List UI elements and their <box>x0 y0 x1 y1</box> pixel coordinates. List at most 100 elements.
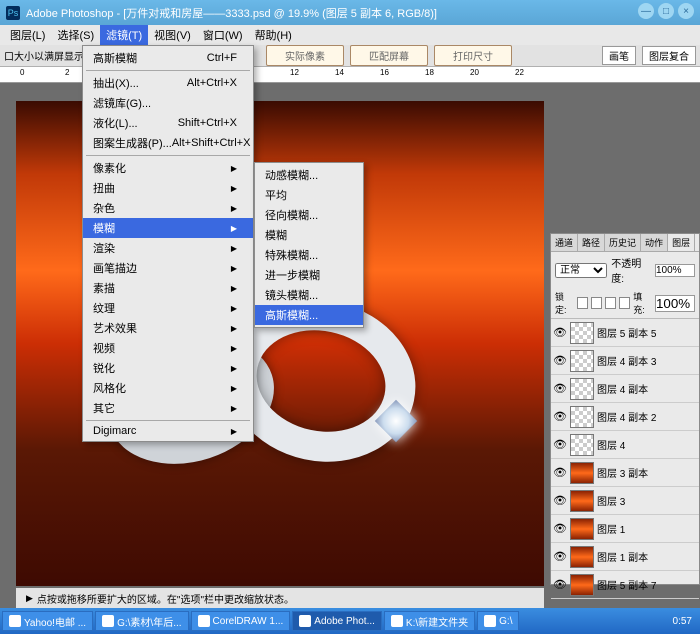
menu-item[interactable]: 其它 <box>83 398 253 418</box>
visibility-icon[interactable]: 👁 <box>553 550 567 563</box>
layer-name-label: 图层 1 <box>597 521 625 536</box>
menu-item[interactable]: 艺术效果 <box>83 318 253 338</box>
print-size-button[interactable]: 打印尺寸 <box>434 45 512 66</box>
menu-item[interactable]: 液化(L)...Shift+Ctrl+X <box>83 113 253 133</box>
menu-item[interactable]: 风格化 <box>83 378 253 398</box>
menu-item[interactable]: 锐化 <box>83 358 253 378</box>
menu-item[interactable]: 纹理 <box>83 298 253 318</box>
layer-row[interactable]: 👁 图层 1 副本 <box>551 543 699 571</box>
menu-item[interactable]: 杂色 <box>83 198 253 218</box>
lock-pixels-icon[interactable] <box>591 297 602 309</box>
fit-label: 口大小以满屏显示 <box>4 48 84 63</box>
menu-item[interactable]: 高斯模糊Ctrl+F <box>83 48 253 68</box>
layer-comp-dropdown[interactable]: 图层复合 <box>642 46 696 65</box>
menu-item[interactable]: 模糊 <box>83 218 253 238</box>
visibility-icon[interactable]: 👁 <box>553 354 567 367</box>
layer-name-label: 图层 1 副本 <box>597 549 648 564</box>
opacity-input[interactable] <box>655 264 695 277</box>
layer-thumbnail <box>570 518 594 540</box>
menu-4[interactable]: 窗口(W) <box>197 25 249 45</box>
panel-tab[interactable]: 通道 <box>551 234 578 251</box>
maximize-button[interactable]: □ <box>658 3 674 19</box>
lock-transparent-icon[interactable] <box>577 297 588 309</box>
ruler-mark: 16 <box>380 68 389 77</box>
ruler-mark: 0 <box>20 68 24 77</box>
app-icon <box>484 615 496 627</box>
submenu-item[interactable]: 动感模糊... <box>255 165 363 185</box>
menu-item[interactable]: 画笔描边 <box>83 258 253 278</box>
taskbar-item[interactable]: Yahoo!电邮 ... <box>2 611 93 631</box>
blend-mode-select[interactable]: 正常 <box>555 263 607 278</box>
system-tray: 0:57 <box>667 616 698 627</box>
ruler-mark: 18 <box>425 68 434 77</box>
menu-0[interactable]: 图层(L) <box>4 25 51 45</box>
visibility-icon[interactable]: 👁 <box>553 382 567 395</box>
layer-row[interactable]: 👁 图层 4 副本 3 <box>551 347 699 375</box>
menu-1[interactable]: 选择(S) <box>51 25 100 45</box>
visibility-icon[interactable]: 👁 <box>553 522 567 535</box>
submenu-item[interactable]: 高斯模糊... <box>255 305 363 325</box>
menu-item[interactable]: 渲染 <box>83 238 253 258</box>
menu-item[interactable]: 扭曲 <box>83 178 253 198</box>
menu-item[interactable]: Digimarc <box>83 423 253 439</box>
app-icon <box>391 615 403 627</box>
layer-name-label: 图层 4 <box>597 437 625 452</box>
submenu-item[interactable]: 模糊 <box>255 225 363 245</box>
taskbar-item[interactable]: G:\ <box>477 611 519 631</box>
taskbar-item[interactable]: G:\素材\年后... <box>95 611 188 631</box>
layer-row[interactable]: 👁 图层 1 <box>551 515 699 543</box>
taskbar-item[interactable]: CorelDRAW 1... <box>191 611 291 631</box>
titlebar: Ps Adobe Photoshop - [万件对戒和房屋——3333.psd … <box>0 0 700 25</box>
visibility-icon[interactable]: 👁 <box>553 578 567 591</box>
menu-item[interactable]: 抽出(X)...Alt+Ctrl+X <box>83 73 253 93</box>
layer-row[interactable]: 👁图层 5 副本 5 <box>551 319 699 347</box>
layer-thumbnail <box>570 546 594 568</box>
visibility-icon[interactable]: 👁 <box>553 438 567 451</box>
menu-item[interactable]: 滤镜库(G)... <box>83 93 253 113</box>
fill-input[interactable] <box>655 295 695 312</box>
layer-row[interactable]: 👁 图层 4 <box>551 431 699 459</box>
visibility-icon[interactable]: 👁 <box>553 466 567 479</box>
menu-2[interactable]: 滤镜(T) <box>100 25 148 45</box>
panel-tab[interactable]: 历史记 <box>605 234 641 251</box>
minimize-button[interactable]: — <box>638 3 654 19</box>
ruler-mark: 12 <box>290 68 299 77</box>
layer-row[interactable]: 👁 图层 5 副本 7 <box>551 571 699 599</box>
menu-3[interactable]: 视图(V) <box>148 25 197 45</box>
layer-name-label: 图层 5 副本 7 <box>597 577 656 592</box>
actual-pixels-button[interactable]: 实际像素 <box>266 45 344 66</box>
layer-name-label: 图层 4 副本 3 <box>597 353 656 368</box>
menu-item[interactable]: 素描 <box>83 278 253 298</box>
close-button[interactable]: × <box>678 3 694 19</box>
submenu-item[interactable]: 径向模糊... <box>255 205 363 225</box>
panel-tab[interactable]: 图层 <box>668 234 695 251</box>
menu-item[interactable]: 视频 <box>83 338 253 358</box>
opacity-label: 不透明度: <box>611 255 651 285</box>
app-icon <box>198 615 210 627</box>
layer-row[interactable]: 👁图层 3 副本 <box>551 459 699 487</box>
fit-screen-button[interactable]: 匹配屏幕 <box>350 45 428 66</box>
submenu-item[interactable]: 特殊模糊... <box>255 245 363 265</box>
layer-row[interactable]: 👁 图层 4 副本 <box>551 375 699 403</box>
taskbar-item[interactable]: Adobe Phot... <box>292 611 382 631</box>
brush-dropdown[interactable]: 画笔 <box>602 46 636 65</box>
menu-item[interactable]: 图案生成器(P)...Alt+Shift+Ctrl+X <box>83 133 253 153</box>
taskbar-item[interactable]: K:\新建文件夹 <box>384 611 475 631</box>
submenu-item[interactable]: 平均 <box>255 185 363 205</box>
panel-tab[interactable]: 动作 <box>641 234 668 251</box>
layer-name-label: 图层 4 副本 <box>597 381 648 396</box>
taskbar: Yahoo!电邮 ...G:\素材\年后...CorelDRAW 1...Ado… <box>0 608 700 634</box>
visibility-icon[interactable]: 👁 <box>553 326 567 339</box>
layers-panel: 通道路径历史记动作图层 正常 不透明度: 锁定: 填充: 👁图层 5 副本 5👁… <box>550 233 700 585</box>
visibility-icon[interactable]: 👁 <box>553 410 567 423</box>
visibility-icon[interactable]: 👁 <box>553 494 567 507</box>
menu-5[interactable]: 帮助(H) <box>249 25 298 45</box>
menu-item[interactable]: 像素化 <box>83 158 253 178</box>
submenu-item[interactable]: 进一步模糊 <box>255 265 363 285</box>
lock-position-icon[interactable] <box>605 297 616 309</box>
layer-row[interactable]: 👁图层 4 副本 2 <box>551 403 699 431</box>
panel-tab[interactable]: 路径 <box>578 234 605 251</box>
layer-row[interactable]: 👁图层 3 <box>551 487 699 515</box>
submenu-item[interactable]: 镜头模糊... <box>255 285 363 305</box>
lock-all-icon[interactable] <box>619 297 630 309</box>
